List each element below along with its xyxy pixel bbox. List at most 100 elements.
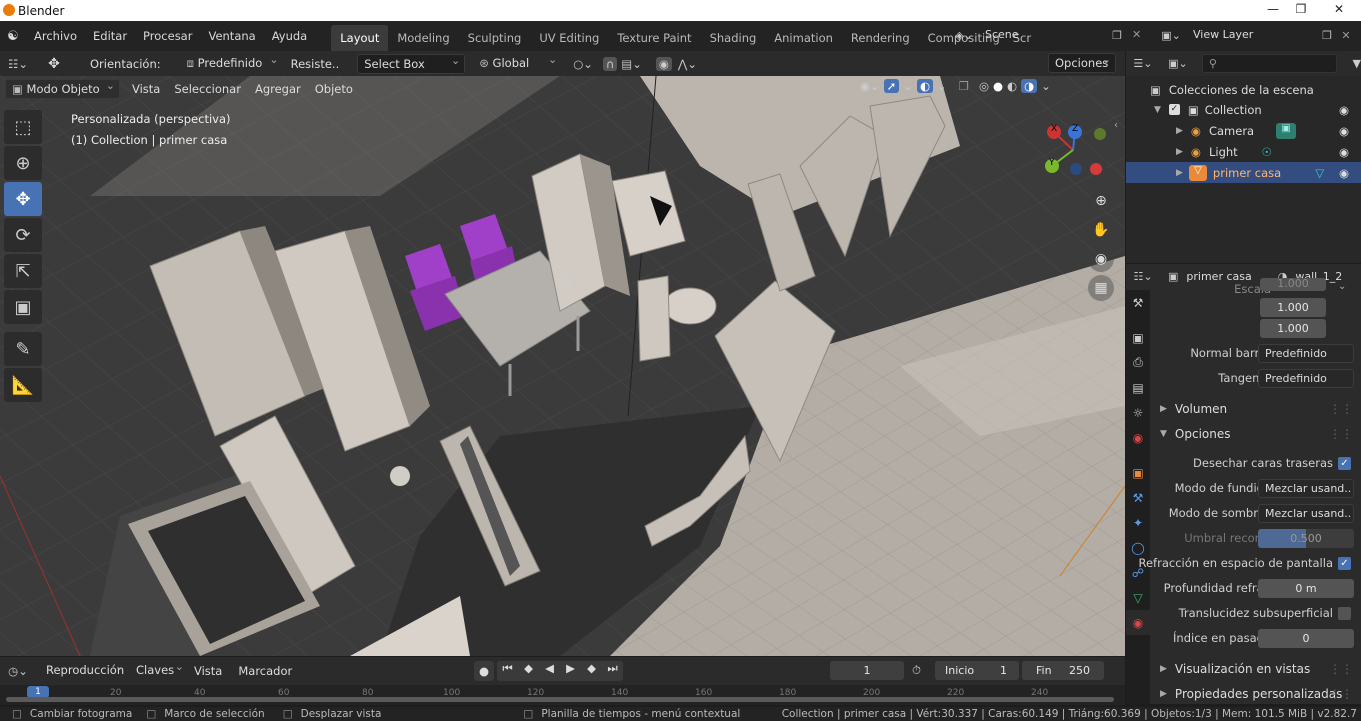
rendered-shading-icon[interactable]: ◑ [1021, 79, 1038, 93]
drag-handle-icon[interactable]: ⋮⋮ [1329, 662, 1353, 676]
menu-objeto[interactable]: Objeto [309, 79, 359, 99]
collection-checkbox[interactable]: ✓ [1168, 104, 1180, 115]
data-tab-icon[interactable]: ▽ [1126, 585, 1150, 610]
clip-threshold-slider[interactable]: 0.500 [1258, 528, 1354, 548]
outliner-item-light[interactable]: ▶ ◉ Light ☉ ◉ [1126, 141, 1361, 162]
expand-icon[interactable]: ▼ [1154, 105, 1161, 115]
falloff-icon[interactable]: ⋀⌄ [678, 57, 697, 71]
refraction-checkbox[interactable]: ✓ [1338, 556, 1351, 570]
scale-value-z[interactable]: 1.000 [1260, 278, 1326, 291]
select-mode-dropdown[interactable]: Select Box [357, 52, 466, 74]
play-icon[interactable]: ▶ [560, 661, 581, 681]
tab-layout[interactable]: Layout [331, 25, 389, 51]
menu-ayuda[interactable]: Ayuda [264, 21, 316, 51]
tab-modeling[interactable]: Modeling [388, 25, 458, 51]
transform-gizmo-icon[interactable]: ✥ [36, 56, 72, 72]
shading-dropdown-icon[interactable]: ⌄ [1041, 79, 1051, 93]
mode-dropdown[interactable]: ▣ Modo Objeto [5, 77, 120, 99]
editor-type-icon[interactable]: ☷⌄ [0, 57, 36, 71]
sidebar-toggle-icon[interactable]: ‹ [1114, 120, 1118, 131]
outliner-search-input[interactable]: ⚲ [1201, 54, 1337, 73]
filter-icon[interactable]: ▼ [1353, 57, 1361, 70]
display-mode-icon[interactable]: ▣⌄ [1160, 57, 1196, 70]
tab-texture-paint[interactable]: Texture Paint [608, 25, 700, 51]
material-shading-icon[interactable]: ◐ [1007, 79, 1017, 93]
pivot-icon[interactable]: ○⌄ [573, 57, 593, 71]
gizmos-toggle-icon[interactable]: ➚ [883, 79, 900, 93]
preview-range-icon[interactable]: ⏱ [912, 663, 921, 678]
keys-dropdown[interactable]: Claves [130, 658, 188, 681]
normal-dropdown[interactable]: Predefinido [1258, 343, 1354, 363]
playback-dropdown[interactable]: Reproducción [40, 658, 128, 681]
outliner-item-primer-casa[interactable]: ▶ ▽ primer casa ▽ ◉ [1126, 162, 1361, 183]
jump-end-icon[interactable]: ⏭ [602, 661, 623, 681]
menu-marcador[interactable]: Marcador [232, 661, 298, 681]
panel-custom-properties[interactable]: ▶ Propiedades personalizadas ⋮⋮ [1150, 682, 1361, 706]
camera-view-icon[interactable]: ◉ [1088, 246, 1114, 272]
timeline-ruler[interactable]: 1 20 40 60 80 100 120 140 160 180 200 22… [0, 685, 1125, 705]
snap-target-icon[interactable]: ▤⌄ [621, 57, 642, 71]
view-layer-field[interactable]: View Layer [1187, 26, 1317, 46]
jump-start-icon[interactable]: ⏮ [497, 661, 518, 681]
world-tab-icon[interactable]: ◉ [1126, 425, 1150, 450]
snap-icon[interactable]: ∩ [602, 56, 618, 71]
scene-tab-icon[interactable]: ☼ [1126, 400, 1150, 425]
move-tool-icon[interactable]: ✥ [4, 182, 42, 216]
menu-ventana[interactable]: Ventana [200, 21, 263, 51]
eye-icon[interactable]: ◉ [1339, 145, 1349, 159]
tab-animation[interactable]: Animation [765, 25, 842, 51]
shadow-dropdown[interactable]: Mezclar usand.. [1258, 503, 1354, 523]
record-button[interactable]: ● [474, 661, 494, 681]
overlays-toggle-icon[interactable]: ◐ [916, 79, 933, 93]
tab-shading[interactable]: Shading [701, 25, 766, 51]
eye-icon[interactable]: ◉ [1339, 124, 1349, 138]
options-dropdown[interactable]: Opciones [1048, 51, 1116, 73]
camera-data-icon[interactable]: ▣ [1276, 122, 1297, 139]
outliner-editor-icon[interactable]: ☰⌄ [1126, 57, 1160, 70]
minimize-button[interactable]: — [1258, 0, 1288, 18]
select-box-tool-icon[interactable]: ⬚ [4, 110, 42, 144]
ortho-grid-icon[interactable]: ▦ [1088, 275, 1114, 301]
scale-value-y[interactable]: 1.000 [1260, 318, 1326, 338]
scale-tool-icon[interactable]: ⇱ [4, 254, 42, 288]
eye-icon[interactable]: ◉ [1339, 166, 1349, 180]
panel-options[interactable]: ▼ Opciones ⋮⋮ [1150, 422, 1361, 446]
timeline-scrollbar[interactable] [6, 697, 1114, 702]
current-frame-field[interactable]: 1 [830, 661, 904, 680]
drag-handle-icon[interactable]: ⋮⋮ [1329, 427, 1353, 441]
backface-checkbox[interactable]: ✓ [1338, 456, 1351, 470]
tab-sculpting[interactable]: Sculpting [459, 25, 531, 51]
cursor-tool-icon[interactable]: ⊕ [4, 146, 42, 180]
transform-tool-icon[interactable]: ▣ [4, 290, 42, 324]
tool-tab-icon[interactable]: ⚒ [1126, 290, 1150, 315]
scene-selector[interactable]: ◈⌄ Scene ❐ [949, 25, 1127, 46]
menu-archivo[interactable]: Archivo [26, 21, 85, 51]
menu-agregar[interactable]: Agregar [249, 79, 307, 99]
scale-link-icon[interactable]: ⌄ [1338, 281, 1346, 292]
orientation-dropdown[interactable]: ⧈ Predefinido [181, 51, 283, 74]
material-tab-icon[interactable]: ◉ [1126, 610, 1150, 635]
wireframe-shading-icon[interactable]: ◎ [979, 79, 989, 93]
view-layer-tab-icon[interactable]: ▤ [1126, 375, 1150, 400]
drag-button[interactable]: Resiste.. [285, 54, 346, 74]
navigation-gizmo[interactable]: X Z Y [1040, 120, 1110, 180]
menu-editar[interactable]: Editar [85, 21, 135, 51]
view-layer-selector[interactable]: ▣⌄ View Layer ❐ ✕ [1155, 25, 1361, 46]
visibility-icon[interactable]: ◉⌄ [860, 79, 880, 93]
zoom-icon[interactable]: ⊕ [1088, 188, 1114, 214]
expand-icon[interactable]: ▶ [1176, 126, 1183, 136]
remove-view-layer-icon[interactable]: ✕ [1337, 29, 1355, 42]
play-reverse-icon[interactable]: ◀ [539, 661, 560, 681]
xray-icon[interactable]: ❐ [959, 79, 969, 93]
menu-procesar[interactable]: Procesar [135, 21, 200, 51]
outliner-item-camera[interactable]: ▶ ◉ Camera ▣ ◉ [1126, 120, 1361, 141]
expand-icon[interactable]: ▶ [1176, 147, 1183, 157]
remove-scene-icon[interactable]: ✕ [1132, 28, 1141, 41]
tangent-dropdown[interactable]: Predefinido [1258, 368, 1354, 388]
sss-checkbox[interactable] [1338, 606, 1351, 620]
timeline-editor-icon[interactable]: ◷⌄ [0, 664, 36, 678]
proportional-edit-icon[interactable]: ◉ [655, 56, 672, 71]
outliner-item-collection[interactable]: ▼ ✓ ▣ Collection ◉ [1126, 99, 1361, 120]
expand-icon[interactable]: ▶ [1176, 168, 1183, 178]
scene-name-field[interactable]: Scene [979, 26, 1107, 46]
